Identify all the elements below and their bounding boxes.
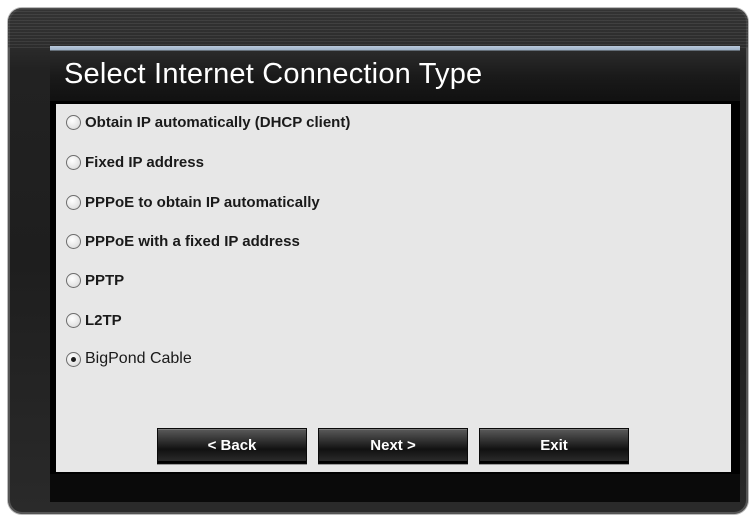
options-panel: Obtain IP automatically (DHCP client) Fi… xyxy=(56,104,731,472)
connection-type-dialog: Select Internet Connection Type Obtain I… xyxy=(50,46,740,502)
device-frame: Select Internet Connection Type Obtain I… xyxy=(8,8,748,514)
option-pptp-label: PPTP xyxy=(85,272,125,289)
option-dhcp-label: Obtain IP automatically (DHCP client) xyxy=(85,114,351,131)
option-pppoe-fixed-label: PPPoE with a fixed IP address xyxy=(85,233,300,250)
option-l2tp-label: L2TP xyxy=(85,312,122,329)
radio-fixed-ip[interactable] xyxy=(66,155,81,170)
option-fixed-ip[interactable]: Fixed IP address xyxy=(66,154,204,171)
back-button[interactable]: < Back xyxy=(157,428,307,464)
radio-l2tp[interactable] xyxy=(66,313,81,328)
radio-pppoe-auto[interactable] xyxy=(66,195,81,210)
title-bar: Select Internet Connection Type xyxy=(50,46,740,101)
radio-pppoe-fixed[interactable] xyxy=(66,234,81,249)
option-pppoe-auto[interactable]: PPPoE to obtain IP automatically xyxy=(66,194,320,211)
bottom-bar xyxy=(50,474,740,502)
next-button[interactable]: Next > xyxy=(318,428,468,464)
radio-dhcp[interactable] xyxy=(66,115,81,130)
radio-bigpond-cable[interactable] xyxy=(66,351,81,367)
option-fixed-ip-label: Fixed IP address xyxy=(85,154,204,171)
option-bigpond-cable[interactable]: BigPond Cable xyxy=(66,350,192,368)
option-dhcp[interactable]: Obtain IP automatically (DHCP client) xyxy=(66,114,350,131)
exit-button[interactable]: Exit xyxy=(479,428,629,464)
option-pppoe-auto-label: PPPoE to obtain IP automatically xyxy=(85,194,320,211)
option-bigpond-cable-label: BigPond Cable xyxy=(85,350,192,367)
radio-pptp[interactable] xyxy=(66,273,81,288)
page-title: Select Internet Connection Type xyxy=(64,58,483,90)
option-pppoe-fixed[interactable]: PPPoE with a fixed IP address xyxy=(66,233,300,250)
option-pptp[interactable]: PPTP xyxy=(66,272,124,289)
option-l2tp[interactable]: L2TP xyxy=(66,312,122,329)
